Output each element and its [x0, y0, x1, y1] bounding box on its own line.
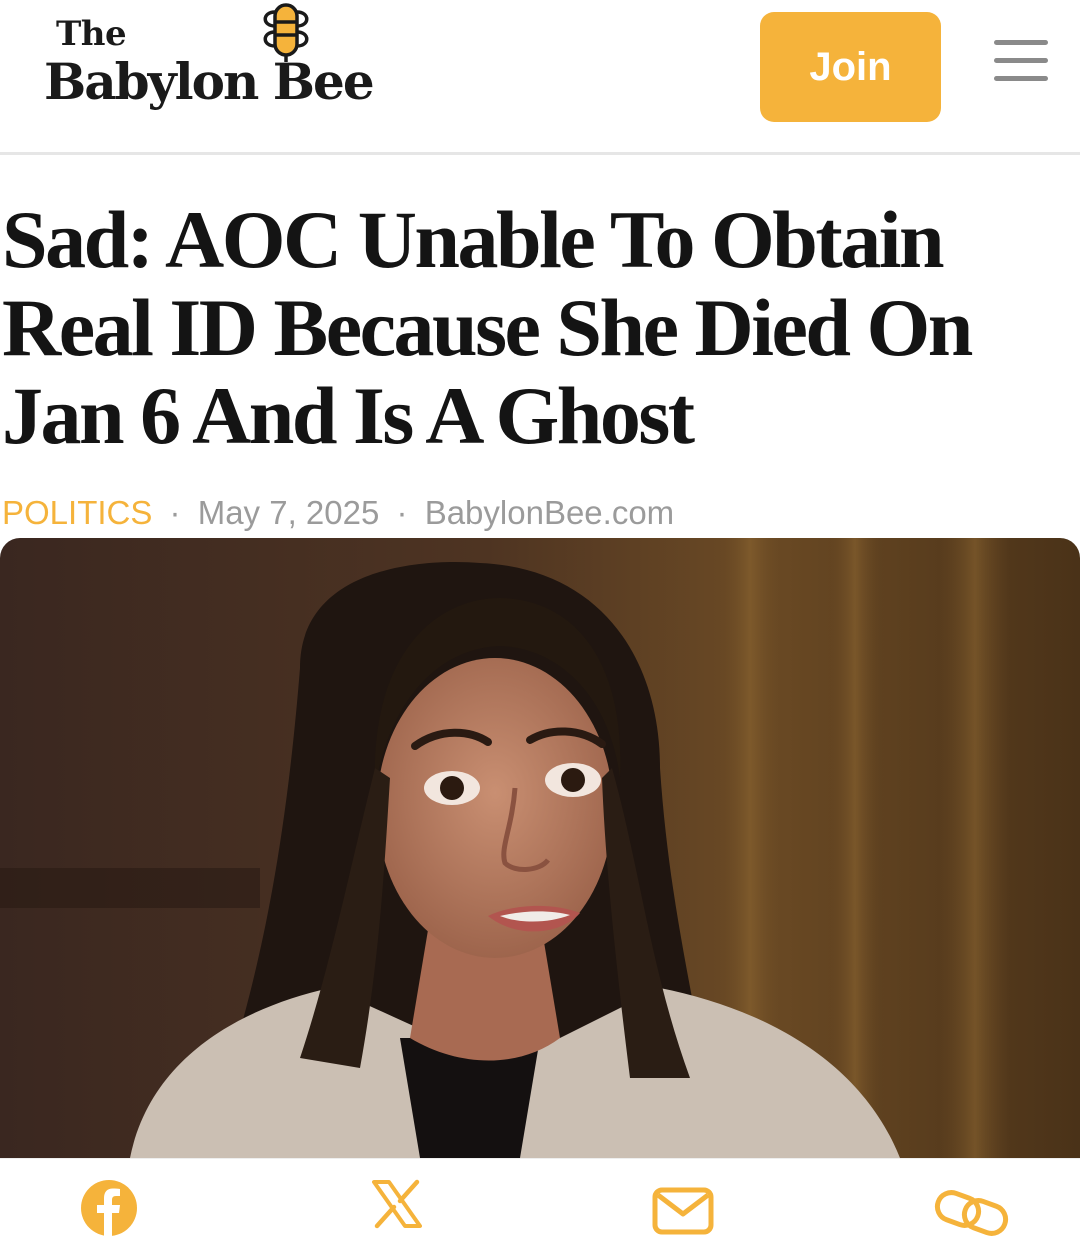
logo-the-text: The: [56, 14, 127, 54]
site-header: The Babylon Bee Join: [0, 0, 1080, 155]
meta-separator: ·: [169, 494, 181, 531]
hero-image[interactable]: [0, 538, 1080, 1158]
logo-name-text: Babylon Bee: [44, 52, 375, 111]
link-icon[interactable]: [934, 1189, 1010, 1237]
category-link[interactable]: POLITICS: [2, 494, 152, 531]
hero-photo: [0, 538, 1080, 1158]
site-logo[interactable]: The Babylon Bee: [44, 2, 434, 122]
article-headline[interactable]: Sad: AOC Unable To Obtain Real ID Becaus…: [2, 196, 1072, 460]
facebook-icon[interactable]: [80, 1179, 138, 1237]
x-icon[interactable]: [372, 1179, 422, 1229]
article-meta: POLITICS · May 7, 2025 · BabylonBee.com: [2, 494, 674, 532]
hamburger-menu-icon[interactable]: [994, 38, 1050, 84]
article-source: BabylonBee.com: [424, 494, 675, 531]
email-icon[interactable]: [652, 1187, 714, 1235]
share-bar: [0, 1158, 1080, 1239]
article-date: May 7, 2025: [197, 494, 380, 531]
join-button[interactable]: Join: [760, 12, 941, 122]
meta-separator: ·: [396, 494, 408, 531]
